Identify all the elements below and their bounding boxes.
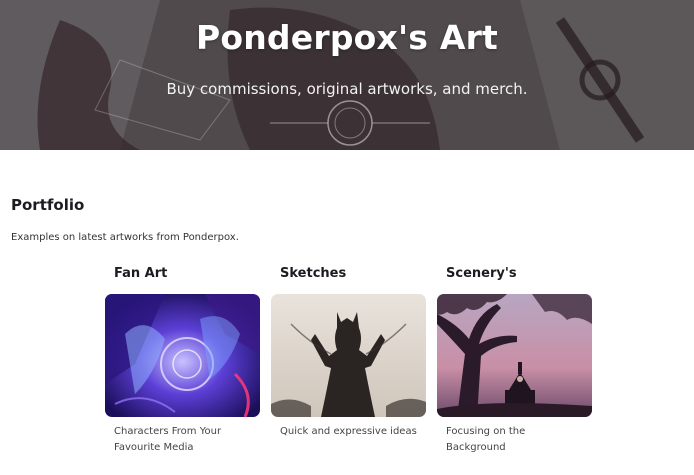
card-title: Sketches <box>280 266 347 281</box>
site-subtitle: Buy commissions, original artworks, and … <box>166 80 528 98</box>
card-caption: Focusing on the Background <box>446 426 526 453</box>
sketches-image[interactable] <box>271 294 426 417</box>
card-caption: Characters From Your Favourite Media <box>114 426 222 453</box>
site-title: Ponderpox's Art <box>195 18 499 57</box>
scenery-image[interactable] <box>437 294 592 417</box>
portfolio-description: Examples on latest artworks from Ponderp… <box>11 232 239 243</box>
fan-art-image[interactable] <box>105 294 260 417</box>
card-title: Scenery's <box>446 266 517 281</box>
hero-banner: Ponderpox's Art Buy commissions, origina… <box>0 0 694 150</box>
portfolio-heading: Portfolio <box>11 196 85 214</box>
card-title: Fan Art <box>114 266 168 281</box>
card-caption: Quick and expressive ideas <box>280 426 417 437</box>
